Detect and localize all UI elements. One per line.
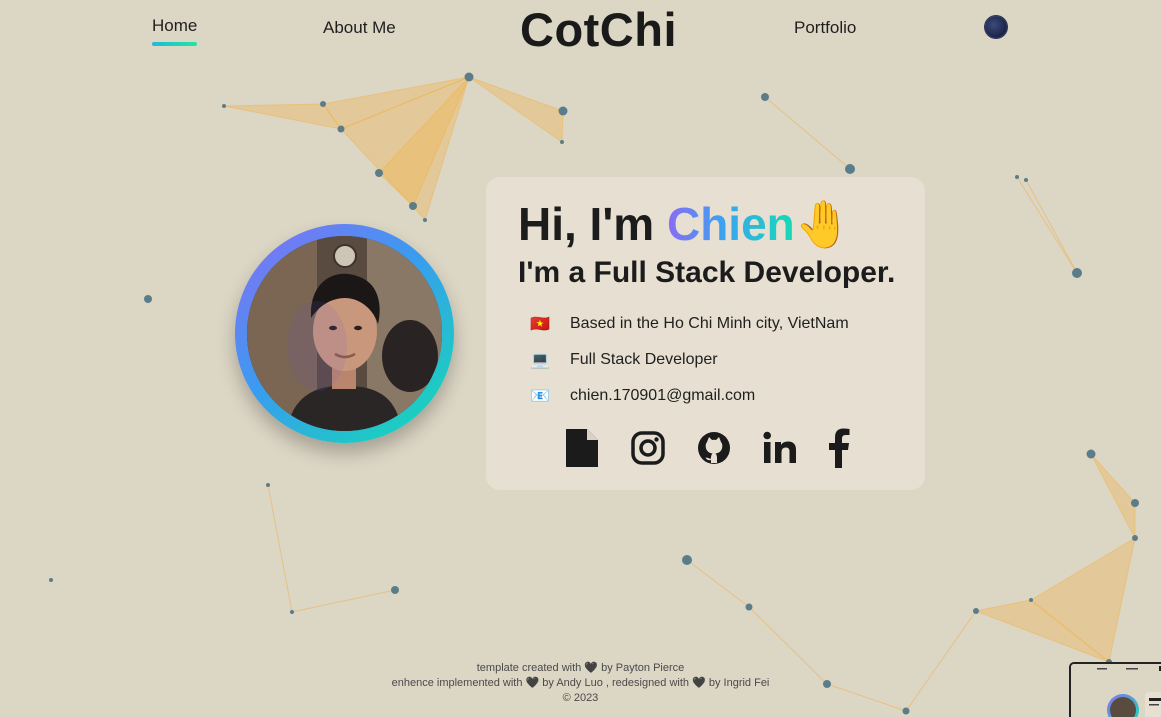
linkedin-icon[interactable]	[762, 430, 798, 466]
page: Home About Me CotChi Portfolio Hi, I'm C…	[0, 0, 1161, 717]
document-icon[interactable]	[564, 427, 600, 469]
job-text: Full Stack Developer	[570, 351, 718, 368]
avatar-photo	[247, 236, 442, 431]
nav-portfolio-link[interactable]: Portfolio	[794, 18, 856, 38]
info-location: 🇻🇳 Based in the Ho Chi Minh city, VietNa…	[530, 313, 849, 335]
social-links	[564, 427, 880, 469]
laptop-icon: 💻	[530, 352, 550, 369]
footer-copyright: © 2023	[562, 692, 599, 704]
theme-toggle-moon-icon[interactable]	[985, 16, 1007, 38]
role-heading: I'm a Full Stack Developer.	[518, 256, 896, 289]
instagram-icon[interactable]	[630, 430, 666, 466]
email-icon: 📧	[530, 388, 550, 405]
nav-home-link[interactable]: Home	[152, 16, 198, 46]
footer-credit-redesign: enhence implemented with 🖤 by Andy Luo ,…	[391, 677, 770, 689]
avatar-ring	[235, 224, 454, 443]
active-underline	[152, 42, 198, 46]
avatar	[247, 236, 442, 431]
wave-emoji: 🤚	[794, 198, 853, 250]
screenshot-thumbnail-preview[interactable]	[1069, 662, 1161, 717]
greeting-heading: Hi, I'm Chien🤚	[518, 197, 852, 252]
location-text: Based in the Ho Chi Minh city, VietNam	[570, 315, 849, 332]
info-email: 📧 chien.170901@gmail.com	[530, 385, 755, 407]
nav-about-link[interactable]: About Me	[323, 18, 396, 38]
nav-home-label: Home	[152, 16, 198, 35]
name-highlight: Chien	[666, 198, 795, 250]
info-job: 💻 Full Stack Developer	[530, 349, 718, 371]
footer-credit-template: template created with 🖤 by Payton Pierce	[476, 662, 685, 674]
vietnam-flag-icon: 🇻🇳	[530, 316, 550, 333]
facebook-icon[interactable]	[828, 428, 850, 468]
footer: template created with 🖤 by Payton Pierce…	[0, 661, 1161, 706]
greeting-text: Hi, I'm	[518, 198, 667, 250]
intro-card: Hi, I'm Chien🤚 I'm a Full Stack Develope…	[486, 177, 925, 490]
github-icon[interactable]	[696, 430, 732, 466]
brand-logo[interactable]: CotChi	[520, 2, 677, 57]
email-text[interactable]: chien.170901@gmail.com	[570, 387, 755, 405]
